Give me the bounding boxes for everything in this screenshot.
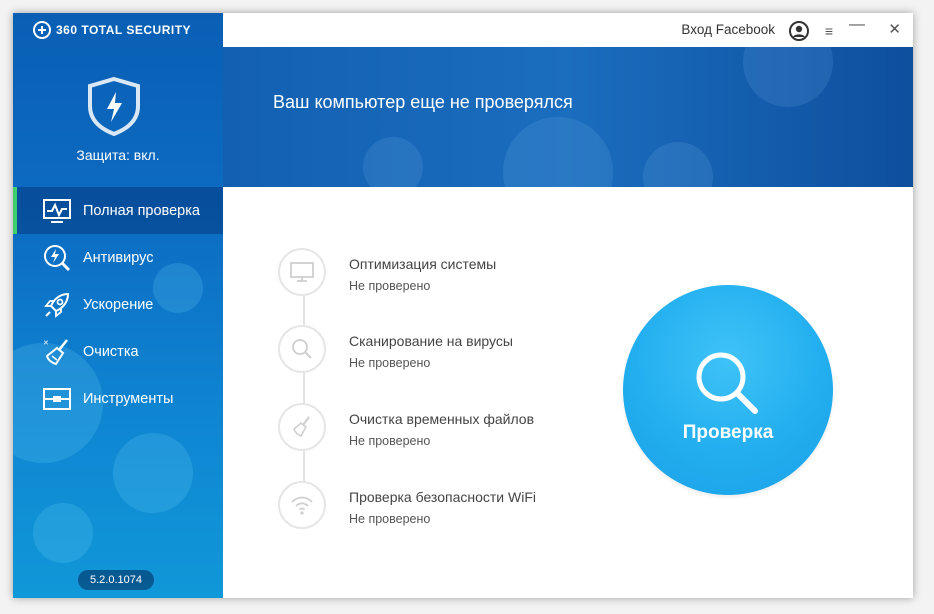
antivirus-icon: [41, 242, 73, 274]
check-title: Очистка временных файлов: [349, 411, 535, 427]
check-title: Проверка безопасности WiFi: [349, 489, 536, 505]
minimize-icon[interactable]: —: [849, 16, 865, 34]
title-bar: Вход Facebook ≡ — ✕: [223, 13, 913, 47]
svg-text:✕: ✕: [43, 339, 49, 347]
facebook-login-link[interactable]: Вход Facebook: [681, 22, 775, 37]
check-status: Не проверено: [349, 279, 431, 293]
check-title: Оптимизация системы: [349, 256, 497, 272]
app-logo: 360 TOTAL SECURITY: [33, 21, 191, 39]
magnifier-icon: [691, 347, 763, 424]
broom-icon: [278, 403, 326, 451]
toolbox-icon: [41, 383, 73, 415]
sidebar-item-full-scan[interactable]: Полная проверка: [13, 187, 223, 234]
wifi-icon: [278, 481, 326, 529]
sidebar-item-tools[interactable]: Инструменты: [13, 375, 223, 422]
scan-button-label: Проверка: [682, 422, 774, 443]
protection-status: Защита: вкл.: [76, 147, 160, 163]
scan-button[interactable]: Проверка: [623, 285, 833, 495]
sidebar-item-speedup[interactable]: Ускорение: [13, 281, 223, 328]
sidebar-item-label: Инструменты: [83, 390, 174, 407]
monitor-icon: [278, 248, 326, 296]
sidebar-nav: Полная проверка Антивирус Ускорение ✕ Оч…: [13, 187, 223, 422]
user-avatar-icon[interactable]: [789, 21, 809, 46]
monitor-pulse-icon: [41, 195, 73, 227]
search-icon: [278, 325, 326, 373]
sidebar-item-label: Полная проверка: [83, 202, 200, 219]
sidebar-item-label: Ускорение: [83, 296, 154, 313]
app-window: 360 TOTAL SECURITY Защита: вкл. Полная п…: [13, 13, 913, 598]
rocket-icon: [41, 289, 73, 321]
shield-lightning-icon: [85, 76, 143, 141]
status-banner: Ваш компьютер еще не проверялся: [223, 47, 913, 187]
check-status: Не проверено: [349, 434, 431, 448]
version-badge: 5.2.0.1074: [78, 570, 154, 590]
close-icon[interactable]: ✕: [888, 20, 901, 38]
sidebar-item-label: Антивирус: [83, 249, 154, 266]
check-status: Не проверено: [349, 512, 431, 526]
check-item-optimization: Оптимизация системы Не проверено: [268, 248, 688, 318]
sidebar-item-label: Очистка: [83, 343, 139, 360]
brand-name: 360 TOTAL SECURITY: [56, 23, 192, 37]
check-item-wifi: Проверка безопасности WiFi Не проверено: [268, 481, 688, 551]
check-status: Не проверено: [349, 356, 431, 370]
sidebar-item-cleanup[interactable]: ✕ Очистка: [13, 328, 223, 375]
scan-status-title: Ваш компьютер еще не проверялся: [273, 92, 573, 112]
broom-icon: ✕: [41, 336, 73, 368]
sidebar-item-antivirus[interactable]: Антивирус: [13, 234, 223, 281]
menu-icon[interactable]: ≡: [825, 23, 833, 39]
check-title: Сканирование на вирусы: [349, 333, 513, 349]
logo-plus-icon: [33, 21, 51, 39]
sidebar: 360 TOTAL SECURITY Защита: вкл. Полная п…: [13, 13, 223, 598]
